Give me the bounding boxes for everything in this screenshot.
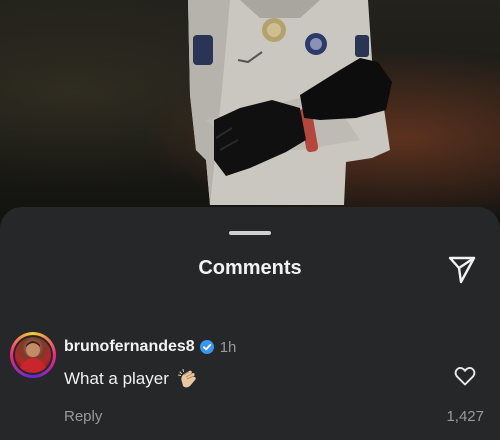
clapping-hands-icon (177, 369, 196, 388)
comments-sheet: Comments brunofernandes8 1h What a playe… (0, 207, 500, 440)
avatar-ring-gap (13, 335, 53, 375)
comment-text: What a player (64, 369, 169, 388)
avatar-illustration (19, 341, 47, 373)
like-count: 1,427 (446, 408, 484, 425)
heart-icon[interactable] (453, 364, 477, 388)
send-icon[interactable] (446, 253, 478, 285)
player-photo-illustration (188, 0, 392, 205)
comment-username[interactable]: brunofernandes8 (64, 338, 195, 356)
instagram-comments-screen: Comments brunofernandes8 1h What a playe… (0, 0, 500, 440)
post-photo (0, 0, 500, 230)
avatar-photo (15, 337, 51, 373)
comment-body: What a player (64, 368, 199, 390)
reply-button[interactable]: Reply (64, 408, 102, 425)
verified-badge-icon (199, 340, 214, 354)
avatar[interactable] (10, 332, 56, 378)
sheet-title: Comments (198, 257, 302, 279)
sheet-drag-handle[interactable] (229, 231, 271, 235)
comment-time: 1h (219, 338, 237, 356)
comment-header: brunofernandes8 1h (64, 337, 236, 357)
